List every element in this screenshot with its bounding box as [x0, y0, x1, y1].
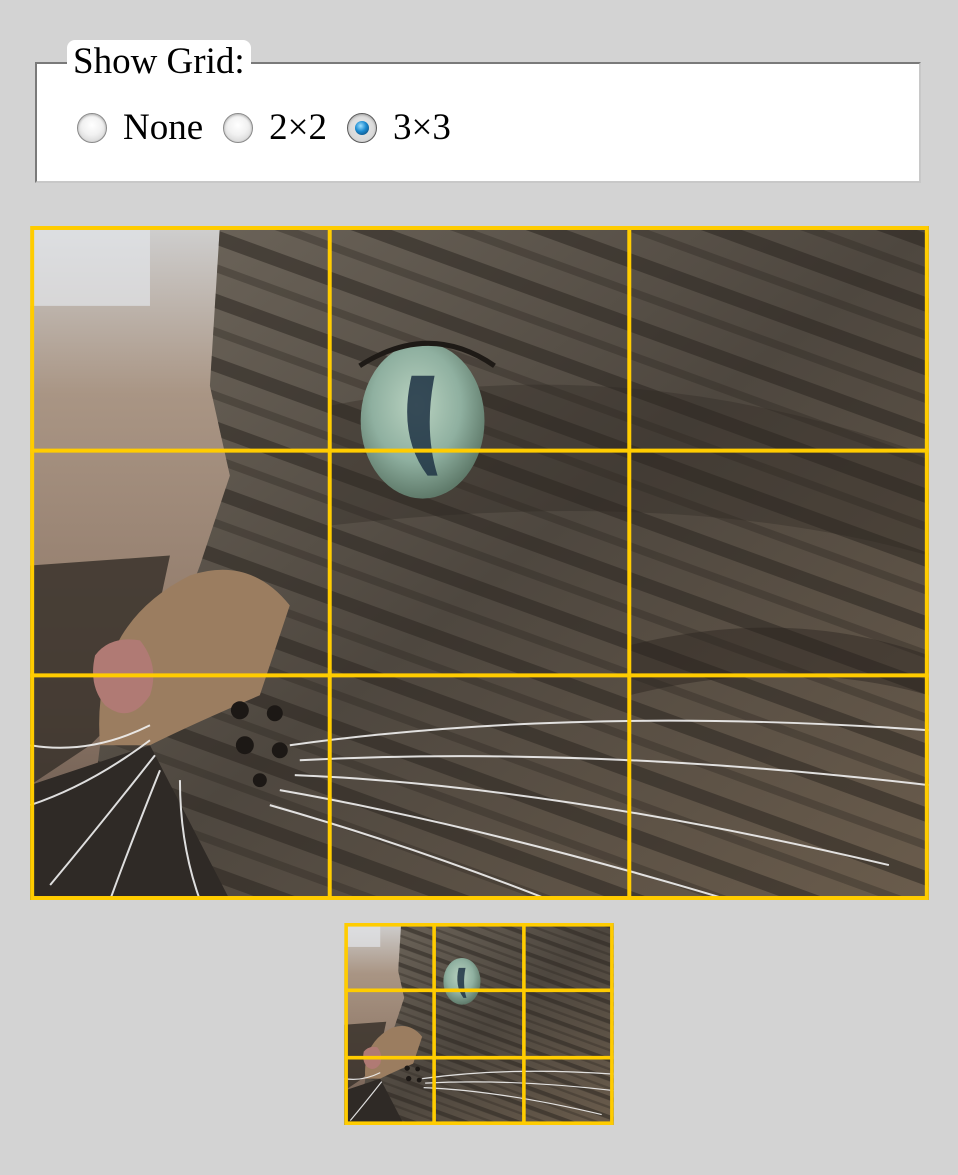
cat-photo-large	[30, 226, 929, 900]
cat-photo-thumbnail	[344, 923, 614, 1125]
grid-option-3x3-label: 3×3	[393, 107, 451, 148]
show-grid-legend: Show Grid:	[67, 40, 251, 84]
grid-option-3x3[interactable]: 3×3	[347, 106, 451, 150]
radio-3x3[interactable]	[347, 113, 378, 143]
grid-option-none-label: None	[123, 107, 204, 148]
radio-2x2[interactable]	[223, 113, 254, 143]
show-grid-fieldset: Show Grid: None 2×2 3×3	[35, 40, 921, 183]
cat-photo-large-image	[30, 226, 929, 900]
grid-radio-group: None 2×2 3×3	[77, 106, 471, 150]
grid-option-2x2-label: 2×2	[269, 107, 328, 148]
cat-photo-thumbnail-image	[344, 923, 614, 1125]
radio-none[interactable]	[77, 113, 107, 143]
grid-option-2x2[interactable]: 2×2	[223, 106, 327, 150]
grid-option-none[interactable]: None	[77, 106, 203, 150]
